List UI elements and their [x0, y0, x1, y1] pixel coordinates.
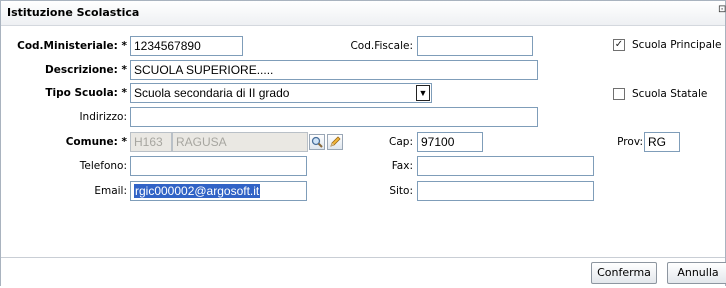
email-label: Email:: [94, 185, 127, 197]
chevron-down-icon[interactable]: ▼: [416, 85, 430, 101]
prov-label: Prov:: [617, 136, 643, 148]
dialog-footer: Conferma Annulla: [1, 257, 726, 288]
comune-name-input: RAGUSA: [172, 132, 308, 152]
comune-label: Comune: *: [65, 136, 127, 148]
scuola-principale-checkbox[interactable]: ✓: [613, 39, 625, 51]
window-control-icon[interactable]: ⊡: [718, 4, 726, 18]
email-selected-text: rgic000002@argosoft.it: [134, 184, 261, 198]
telefono-label: Telefono:: [79, 160, 127, 172]
scuola-statale-label: Scuola Statale: [632, 88, 708, 100]
indirizzo-label: Indirizzo:: [79, 111, 127, 123]
cod-ministeriale-label: Cod.Ministeriale: *: [17, 40, 127, 52]
prov-input[interactable]: RG: [644, 132, 680, 152]
cod-fiscale-label: Cod.Fiscale:: [350, 40, 413, 52]
descrizione-input[interactable]: SCUOLA SUPERIORE.....: [130, 60, 538, 80]
fax-input[interactable]: [417, 156, 594, 176]
email-input[interactable]: rgic000002@argosoft.it: [130, 181, 307, 201]
title-bar: Istituzione Scolastica ⊡: [1, 1, 726, 26]
dialog-title: Istituzione Scolastica: [7, 6, 140, 19]
confirm-button[interactable]: Conferma: [591, 262, 657, 284]
fax-label: Fax:: [391, 160, 413, 172]
scuola-statale-checkbox[interactable]: [613, 88, 625, 100]
indirizzo-input[interactable]: [130, 107, 538, 127]
telefono-input[interactable]: [130, 156, 307, 176]
sito-label: Sito:: [389, 185, 413, 197]
dialog-window: Istituzione Scolastica ⊡ Cod.Ministerial…: [0, 0, 726, 288]
comune-code-input: H163: [130, 132, 172, 152]
tipo-scuola-label: Tipo Scuola: *: [45, 87, 127, 99]
sito-input[interactable]: [417, 181, 594, 201]
cap-label: Cap:: [389, 136, 413, 148]
tipo-scuola-selected-value: Scuola secondaria di II grado: [134, 86, 290, 100]
cancel-button[interactable]: Annulla: [667, 262, 726, 284]
tipo-scuola-select[interactable]: Scuola secondaria di II grado ▼: [130, 83, 432, 103]
magnifier-icon[interactable]: [309, 134, 325, 150]
pencil-icon[interactable]: [327, 134, 343, 150]
scuola-principale-label: Scuola Principale: [632, 39, 722, 51]
descrizione-label: Descrizione: *: [45, 64, 127, 76]
cod-fiscale-input[interactable]: [417, 36, 533, 56]
cap-input[interactable]: 97100: [417, 132, 483, 152]
cod-ministeriale-input[interactable]: 1234567890: [130, 36, 243, 56]
